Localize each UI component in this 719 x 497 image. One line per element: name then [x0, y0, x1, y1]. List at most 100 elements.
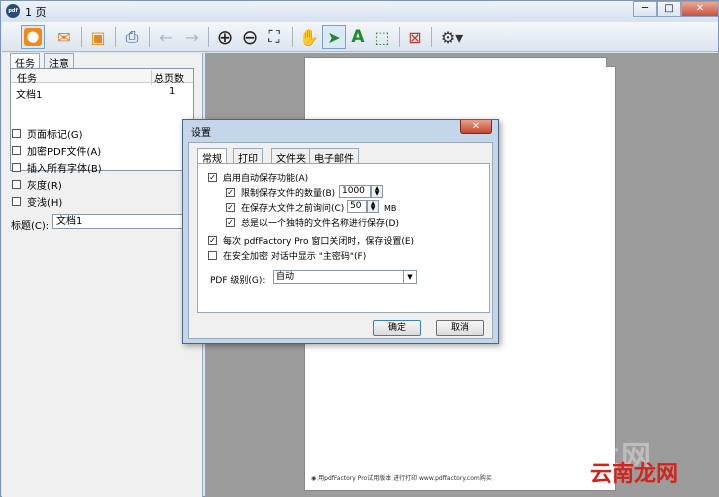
save-button[interactable]: ▣	[86, 25, 110, 49]
page-marks-option[interactable]: 页面标记(G)	[12, 126, 83, 141]
option-label: 总是以一个独特的文件名称进行保存(D)	[241, 218, 399, 229]
ok-button[interactable]: 确定	[373, 320, 421, 336]
hand-icon: ✋	[299, 27, 319, 47]
ask-before-stepper[interactable]: ▲ ▼	[367, 200, 379, 213]
select-arrow-icon: ➤	[327, 27, 341, 47]
toolbar: ⬤ ✉ ▣ ⎙ ← → ⊕ ⊖ ⛶ ✋ ➤ A ⬚ ⊠ ⚙▾	[2, 22, 718, 52]
option-label: 启用自动保存功能(A)	[223, 173, 309, 184]
option-label: 加密PDF文件(A)	[27, 146, 102, 158]
checkbox[interactable]	[12, 162, 21, 172]
pdf-level-select[interactable]: 自动 ▼	[273, 270, 417, 284]
option-label: 灰度(R)	[27, 180, 62, 192]
tab-folder[interactable]: 文件夹	[271, 148, 311, 165]
page-footer: ◉ 用pdfFactory Pro试用版本 进行打印 www.pdffactor…	[311, 475, 492, 482]
crop-tool-button[interactable]: ⬚	[370, 25, 394, 49]
select-tool-button[interactable]: ➤	[322, 25, 346, 49]
save-on-close-option[interactable]: ✓ 每次 pdfFactory Pro 窗口关闭时，保存设置(E)	[208, 234, 415, 247]
forward-button[interactable]: →	[180, 25, 204, 49]
toolbar-separator	[292, 27, 293, 47]
encrypt-pdf-option[interactable]: 加密PDF文件(A)	[12, 143, 102, 158]
dialog-close-button[interactable]: ✕	[460, 120, 492, 134]
option-label: 在保存大文件之前询问(C)	[241, 203, 345, 214]
checkbox[interactable]: ✓	[226, 202, 235, 212]
checkbox[interactable]: ✓	[208, 235, 217, 245]
toolbar-separator	[81, 27, 82, 47]
back-arrow-icon: ←	[159, 27, 173, 47]
task-page-count: 1	[169, 86, 176, 97]
ask-before-option[interactable]: ✓ 在保存大文件之前询问(C)	[226, 201, 345, 214]
save-icon: ▣	[90, 27, 106, 47]
checkbox[interactable]	[12, 196, 21, 206]
print-icon: ⎙	[125, 27, 139, 46]
pdf-icon: ⬤	[24, 28, 42, 46]
lighten-option[interactable]: 变浅(H)	[12, 194, 63, 209]
dialog-body: 常规 打印 文件夹 电子邮件 ✓ 启用自动保存功能(A) ✓ 限制保存文件的数量(B…	[188, 142, 493, 339]
grayscale-option[interactable]: 灰度(R)	[12, 177, 62, 192]
checkbox[interactable]	[12, 179, 21, 189]
pdf-level-label: PDF 级别(G):	[210, 276, 266, 286]
email-icon: ✉	[57, 27, 71, 47]
back-button[interactable]: ←	[154, 25, 178, 49]
checkbox[interactable]: ✓	[226, 217, 235, 227]
checkbox[interactable]: ✓	[226, 187, 235, 197]
title-bar: pdf 1 页 ─ □ ✕	[1, 1, 719, 21]
checkbox[interactable]	[12, 128, 21, 138]
watermark-logo: 云南龙网	[590, 462, 679, 487]
toolbar-separator	[115, 27, 116, 47]
settings-button[interactable]: ⚙▾	[436, 25, 468, 49]
tab-email[interactable]: 电子邮件	[309, 148, 359, 165]
option-label: 变浅(H)	[27, 197, 63, 209]
zoom-out-icon: ⊖	[241, 25, 259, 49]
column-header-pages[interactable]: 总页数	[151, 70, 184, 85]
text-tool-icon: A	[351, 27, 365, 47]
zoom-in-icon: ⊕	[216, 25, 234, 49]
maximize-button[interactable]: □	[657, 1, 681, 17]
embed-fonts-option[interactable]: 插入所有字体(B)	[12, 160, 102, 175]
checkbox[interactable]: ✓	[208, 172, 217, 182]
forward-arrow-icon: →	[185, 27, 199, 47]
ask-before-input[interactable]: 50	[347, 200, 367, 213]
close-button[interactable]: ✕	[681, 1, 719, 17]
autosave-option[interactable]: ✓ 启用自动保存功能(A)	[208, 171, 309, 184]
limit-count-stepper[interactable]: ▲ ▼	[371, 185, 383, 198]
option-label: 每次 pdfFactory Pro 窗口关闭时，保存设置(E)	[223, 236, 415, 247]
fit-page-button[interactable]: ⛶	[262, 25, 286, 49]
checkbox[interactable]	[208, 250, 217, 260]
delete-page-button[interactable]: ⊠	[403, 25, 427, 49]
crop-tool-icon: ⬚	[374, 27, 390, 47]
zoom-in-button[interactable]: ⊕	[213, 25, 237, 49]
toolbar-separator	[431, 27, 432, 47]
column-header-task[interactable]: 任务	[17, 70, 37, 85]
minimize-button[interactable]: ─	[633, 1, 657, 17]
cancel-button[interactable]: 取消	[436, 320, 484, 336]
pdf-level-value: 自动	[276, 272, 295, 282]
option-label: 页面标记(G)	[27, 129, 83, 141]
limit-count-option[interactable]: ✓ 限制保存文件的数量(B)	[226, 186, 336, 199]
tab-general[interactable]: 常规	[197, 148, 227, 165]
hand-tool-button[interactable]: ✋	[297, 25, 321, 49]
left-panel: 任务 注意 任务 总页数 文档1 1 页面标记(G) 加密PDF文件(A) 插入…	[2, 53, 203, 497]
unique-name-option[interactable]: ✓ 总是以一个独特的文件名称进行保存(D)	[226, 216, 399, 229]
title-input[interactable]: 文档1	[52, 214, 197, 229]
tab-tasks[interactable]: 任务	[10, 53, 40, 70]
option-label: 限制保存文件的数量(B)	[241, 188, 336, 199]
zoom-out-button[interactable]: ⊖	[238, 25, 262, 49]
settings-dialog: 设置 ✕ 常规 打印 文件夹 电子邮件 ✓ 启用自动保存功能(A) ✓ 限制保存文件…	[182, 119, 499, 344]
tab-notes[interactable]: 注意	[44, 53, 74, 70]
dialog-title: 设置	[191, 128, 211, 139]
master-password-option[interactable]: 在安全加密 对话中显示 "主密码"(F)	[208, 249, 366, 262]
print-button[interactable]: ⎙	[120, 25, 144, 49]
size-unit-label: MB	[384, 204, 397, 213]
checkbox[interactable]	[12, 145, 21, 155]
pdf-button[interactable]: ⬤	[21, 25, 45, 49]
delete-page-icon: ⊠	[408, 27, 422, 47]
text-tool-button[interactable]: A	[346, 25, 370, 49]
email-button[interactable]: ✉	[52, 25, 76, 49]
limit-count-input[interactable]: 1000	[339, 185, 371, 198]
app-logo-icon: pdf	[6, 4, 20, 18]
task-name[interactable]: 文档1	[16, 86, 42, 101]
fit-page-icon: ⛶	[268, 27, 280, 46]
chevron-down-icon[interactable]: ▼	[403, 271, 416, 283]
tab-print[interactable]: 打印	[233, 148, 263, 165]
toolbar-separator	[208, 27, 209, 47]
